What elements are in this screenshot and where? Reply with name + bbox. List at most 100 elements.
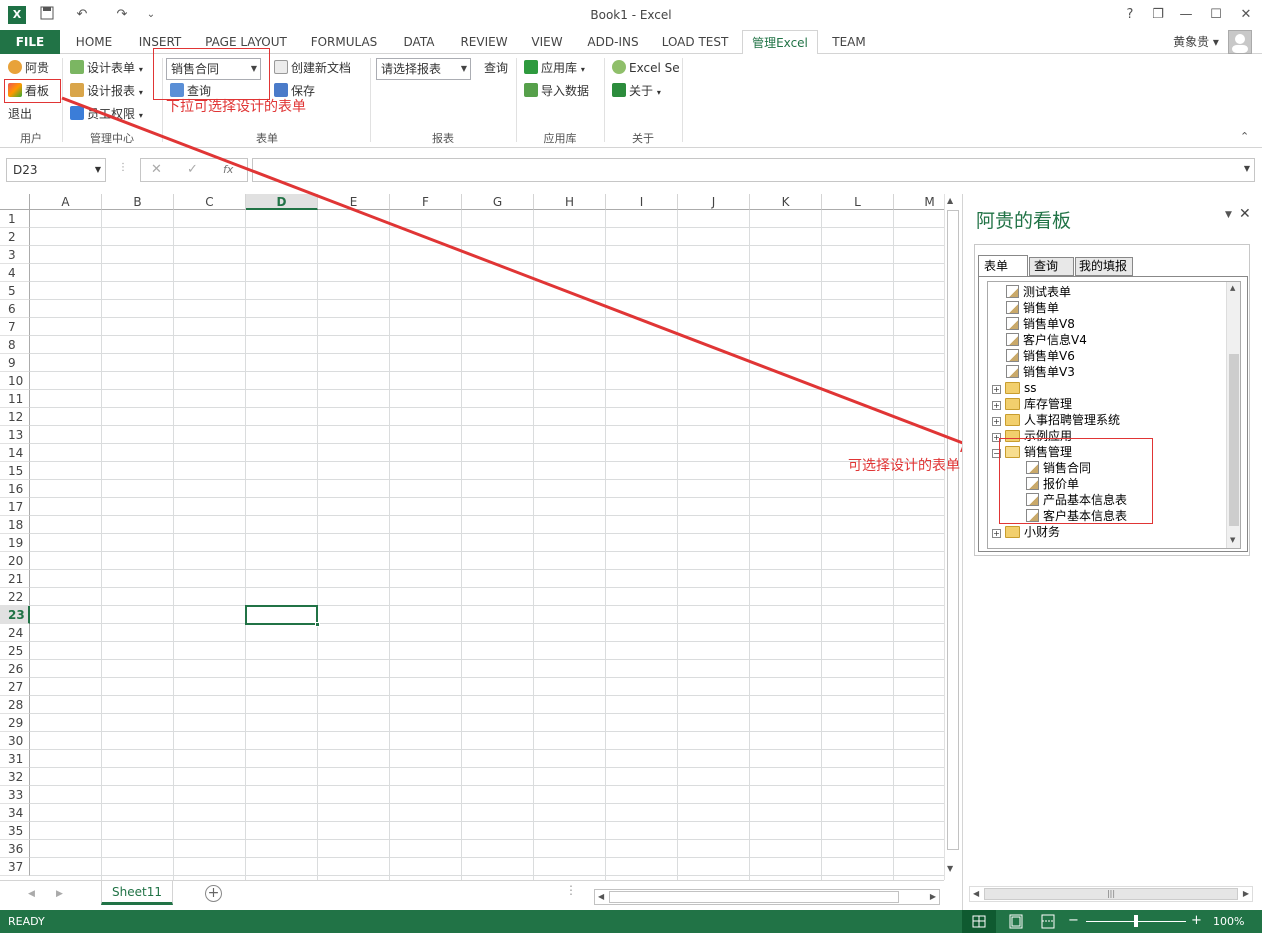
tree-item[interactable]: 客户信息V4 xyxy=(1006,332,1087,348)
zoom-level[interactable]: 100% xyxy=(1213,915,1244,928)
row-header[interactable]: 5 xyxy=(0,282,30,300)
row-header[interactable]: 34 xyxy=(0,804,30,822)
row-header[interactable]: 32 xyxy=(0,768,30,786)
tab-load-test[interactable]: LOAD TEST xyxy=(656,30,734,54)
row-header[interactable]: 22 xyxy=(0,588,30,606)
row-header[interactable]: 10 xyxy=(0,372,30,390)
tab-forms[interactable]: 表单 xyxy=(978,255,1028,277)
pane-horizontal-scrollbar[interactable]: ◀ ||| ▶ xyxy=(969,886,1253,902)
tree-item[interactable]: 销售单 xyxy=(1006,300,1059,316)
next-sheet-icon[interactable]: ▶ xyxy=(56,889,63,899)
tab-file[interactable]: FILE xyxy=(0,30,60,54)
row-header[interactable]: 33 xyxy=(0,786,30,804)
row-header[interactable]: 15 xyxy=(0,462,30,480)
pane-close-icon[interactable]: ✕ xyxy=(1239,206,1251,222)
column-header[interactable]: D xyxy=(246,194,318,210)
select-all-corner[interactable] xyxy=(0,194,30,210)
tree-item[interactable]: + 人事招聘管理系统 xyxy=(992,412,1120,428)
tab-my-submissions[interactable]: 我的填报 xyxy=(1075,257,1133,276)
row-header[interactable]: 3 xyxy=(0,246,30,264)
row-header[interactable]: 20 xyxy=(0,552,30,570)
report-select-combo[interactable]: 请选择报表 ▼ xyxy=(376,58,471,80)
minimize-icon[interactable]: — xyxy=(1176,6,1196,24)
tab-team[interactable]: TEAM xyxy=(826,30,872,54)
formula-input[interactable]: ▼ xyxy=(252,158,1255,182)
tab-review[interactable]: REVIEW xyxy=(454,30,514,54)
horizontal-scroll-thumb[interactable] xyxy=(609,891,899,903)
row-header[interactable]: 11 xyxy=(0,390,30,408)
tree-item[interactable]: 销售单V8 xyxy=(1006,316,1075,332)
scroll-left-icon[interactable]: ◀ xyxy=(973,889,979,898)
tree-scroll-thumb[interactable] xyxy=(1229,354,1239,526)
column-header[interactable]: A xyxy=(30,194,102,210)
user-name[interactable]: 黄象贵 ▾ xyxy=(1168,30,1224,54)
tab-view[interactable]: VIEW xyxy=(524,30,570,54)
pane-scroll-thumb[interactable]: ||| xyxy=(984,888,1238,900)
column-header[interactable]: E xyxy=(318,194,390,210)
tab-query[interactable]: 查询 xyxy=(1029,257,1074,276)
row-header[interactable]: 29 xyxy=(0,714,30,732)
horizontal-scrollbar[interactable]: ◀ ▶ xyxy=(594,889,940,905)
scroll-split-handle[interactable]: ⋮ xyxy=(565,883,577,897)
row-header[interactable]: 31 xyxy=(0,750,30,768)
row-header[interactable]: 19 xyxy=(0,534,30,552)
vertical-scrollbar[interactable]: ▲ ▼ xyxy=(944,194,960,880)
help-icon[interactable]: ? xyxy=(1120,6,1140,24)
column-header[interactable]: F xyxy=(390,194,462,210)
row-header[interactable]: 1 xyxy=(0,210,30,228)
row-header[interactable]: 27 xyxy=(0,678,30,696)
user-agui-button[interactable]: 阿贵 xyxy=(8,58,49,78)
tree-item[interactable]: + 小财务 xyxy=(992,524,1060,540)
row-header[interactable]: 24 xyxy=(0,624,30,642)
vertical-scroll-thumb[interactable] xyxy=(947,210,959,850)
row-header[interactable]: 7 xyxy=(0,318,30,336)
page-layout-view-button[interactable] xyxy=(1004,910,1028,933)
row-header[interactable]: 8 xyxy=(0,336,30,354)
row-header[interactable]: 25 xyxy=(0,642,30,660)
zoom-slider-thumb[interactable] xyxy=(1134,915,1138,927)
row-header[interactable]: 26 xyxy=(0,660,30,678)
row-header[interactable]: 28 xyxy=(0,696,30,714)
close-icon[interactable]: ✕ xyxy=(1236,6,1256,24)
scroll-left-icon[interactable]: ◀ xyxy=(598,892,604,901)
tab-manage-excel[interactable]: 管理Excel xyxy=(742,30,818,55)
column-header[interactable]: G xyxy=(462,194,534,210)
expand-formula-icon[interactable]: ▼ xyxy=(1244,164,1250,173)
row-header[interactable]: 37 xyxy=(0,858,30,876)
row-header[interactable]: 12 xyxy=(0,408,30,426)
design-form-button[interactable]: 设计表单 ▾ xyxy=(70,58,143,78)
expand-icon[interactable]: + xyxy=(992,385,1001,394)
tab-formulas[interactable]: FORMULAS xyxy=(304,30,384,54)
fill-handle[interactable] xyxy=(315,622,320,627)
normal-view-button[interactable] xyxy=(962,910,996,933)
design-report-button[interactable]: 设计报表 ▾ xyxy=(70,81,143,101)
staff-permissions-button[interactable]: 员工权限 ▾ xyxy=(70,104,143,124)
tab-add-ins[interactable]: ADD-INS xyxy=(580,30,646,54)
create-document-button[interactable]: 创建新文档 xyxy=(274,58,351,78)
page-break-view-button[interactable] xyxy=(1036,910,1060,933)
excel-server-button[interactable]: Excel Se xyxy=(612,58,680,78)
sheet-tab[interactable]: Sheet11 xyxy=(101,881,173,905)
row-header[interactable]: 18 xyxy=(0,516,30,534)
row-header[interactable]: 30 xyxy=(0,732,30,750)
row-header[interactable]: 2 xyxy=(0,228,30,246)
scroll-down-icon[interactable]: ▼ xyxy=(947,864,953,873)
column-header[interactable]: C xyxy=(174,194,246,210)
avatar[interactable] xyxy=(1228,30,1252,54)
scroll-right-icon[interactable]: ▶ xyxy=(1243,889,1249,898)
name-box[interactable]: D23 ▼ xyxy=(6,158,106,182)
scroll-up-icon[interactable]: ▲ xyxy=(947,196,953,205)
zoom-out-icon[interactable]: − xyxy=(1068,913,1079,928)
tree-item[interactable]: 销售单V3 xyxy=(1006,364,1075,380)
tab-home[interactable]: HOME xyxy=(66,30,122,54)
row-header[interactable]: 13 xyxy=(0,426,30,444)
add-sheet-icon[interactable]: + xyxy=(205,885,222,902)
tab-data[interactable]: DATA xyxy=(394,30,444,54)
tree-scrollbar[interactable]: ▲ ▼ xyxy=(1226,282,1240,548)
column-header[interactable]: H xyxy=(534,194,606,210)
row-header[interactable]: 14 xyxy=(0,444,30,462)
enter-icon[interactable]: ✓ xyxy=(187,162,198,177)
import-data-button[interactable]: 导入数据 xyxy=(524,81,589,101)
row-header[interactable]: 35 xyxy=(0,822,30,840)
row-header[interactable]: 36 xyxy=(0,840,30,858)
